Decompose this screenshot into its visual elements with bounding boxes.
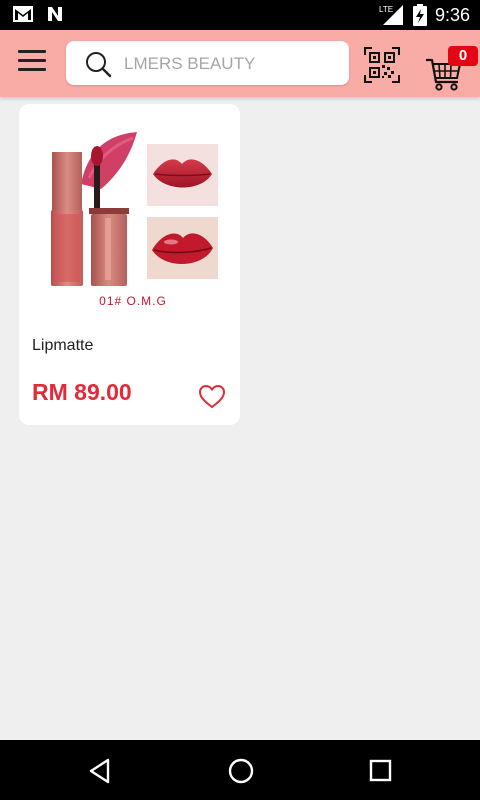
back-button[interactable]	[86, 756, 116, 786]
product-price: RM 89.00	[32, 379, 132, 405]
search-icon	[86, 52, 112, 78]
search-input[interactable]	[122, 41, 336, 87]
app-header: 0	[0, 30, 480, 97]
cart-button[interactable]: 0	[424, 44, 478, 92]
battery-charging-icon	[412, 4, 427, 26]
home-icon	[228, 758, 254, 784]
cart-count-badge: 0	[448, 46, 478, 66]
qr-scan-icon	[364, 47, 400, 83]
menu-icon	[18, 50, 46, 53]
qr-scan-button[interactable]	[364, 47, 400, 83]
status-time: 9:36	[434, 4, 470, 25]
system-nav-bar	[0, 740, 480, 800]
n-notification-icon	[48, 7, 62, 21]
svg-text:LTE: LTE	[379, 5, 393, 14]
status-bar: LTE 9:36	[0, 0, 480, 30]
gmail-icon	[13, 6, 33, 22]
signal-icon: LTE	[379, 5, 403, 25]
recent-apps-icon	[369, 759, 392, 782]
wishlist-button[interactable]	[198, 384, 227, 413]
product-card[interactable]: 01# O.M.G Lipmatte RM 89.00	[19, 104, 240, 425]
heart-icon	[198, 384, 226, 409]
product-name: Lipmatte	[32, 337, 94, 354]
product-image: 01# O.M.G	[51, 132, 218, 308]
search-bar[interactable]	[66, 41, 349, 87]
menu-button[interactable]	[18, 50, 46, 76]
home-button[interactable]	[226, 756, 256, 786]
back-icon	[89, 758, 110, 784]
shade-label: 01# O.M.G	[99, 294, 167, 308]
recent-apps-button[interactable]	[366, 756, 396, 786]
